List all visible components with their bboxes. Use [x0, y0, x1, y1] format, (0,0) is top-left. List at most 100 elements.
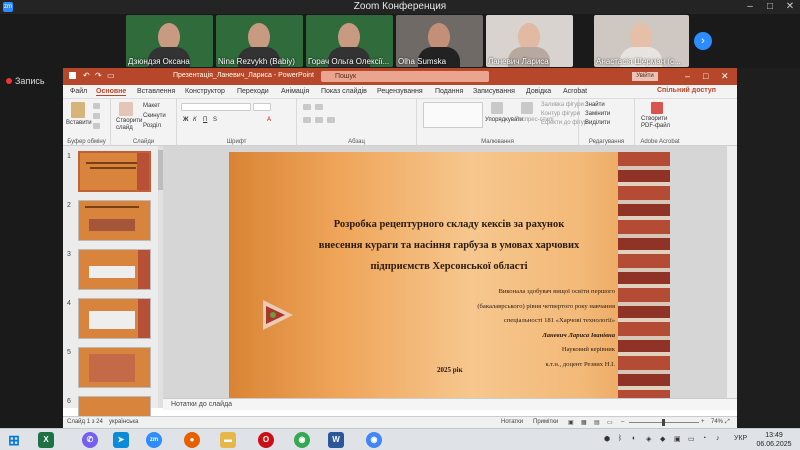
language-indicator[interactable]: українська [109, 419, 139, 425]
viber-icon[interactable]: ✆ [82, 432, 98, 448]
shadow-icon[interactable]: S [213, 117, 217, 123]
firefox-icon[interactable]: ● [184, 432, 200, 448]
zoom-slider[interactable] [629, 419, 699, 426]
layout-button[interactable]: Макет [143, 103, 160, 109]
volume-icon[interactable]: ♪ [716, 435, 720, 442]
redo-icon[interactable]: ↷ [95, 72, 103, 80]
font-family-select[interactable] [181, 103, 251, 111]
section-button[interactable]: Розділ [143, 123, 161, 129]
new-slide-icon[interactable] [119, 102, 133, 116]
fit-slide-icon[interactable]: ⤢ [725, 419, 730, 426]
gallery-next-button[interactable]: › [694, 32, 712, 50]
tab-insert[interactable]: Вставлення [137, 88, 175, 95]
underline-icon[interactable]: П [203, 117, 207, 123]
close-icon[interactable]: ✕ [780, 0, 800, 14]
current-slide[interactable]: Розробка рецептурного складу кексів за р… [229, 152, 670, 398]
slide-thumbnail[interactable] [78, 298, 151, 339]
minimize-icon[interactable]: – [740, 0, 760, 14]
participant-tile[interactable]: Дзюндзя Оксана [126, 15, 213, 67]
numbering-icon[interactable] [315, 104, 323, 110]
author-info[interactable]: Виконала здобувач вищої освіти першого (… [439, 285, 615, 372]
tab-slideshow[interactable]: Показ слайдів [321, 88, 367, 95]
pdf-icon[interactable] [651, 102, 663, 114]
copy-icon[interactable] [93, 113, 100, 119]
participant-tile[interactable]: Горач Ольга Олексії... [306, 15, 393, 67]
zoom-slider-thumb[interactable] [662, 419, 665, 426]
shapes-gallery[interactable] [423, 102, 483, 128]
slide-thumbnail[interactable] [78, 249, 151, 290]
tab-record[interactable]: Записування [473, 88, 515, 95]
excel-icon[interactable]: X [38, 432, 54, 448]
slide-thumbnail[interactable] [78, 200, 151, 241]
bullets-icon[interactable] [303, 104, 311, 110]
notes-pane[interactable]: Нотатки до слайда [163, 398, 737, 410]
cut-icon[interactable] [93, 103, 100, 109]
word-icon[interactable]: W [328, 432, 344, 448]
battery-icon[interactable]: ▭ [688, 435, 695, 443]
align-left-icon[interactable] [303, 117, 311, 123]
comments-button[interactable]: Примітки [533, 419, 558, 425]
dropbox-icon[interactable]: ◆ [660, 435, 665, 443]
tray-app-icon[interactable]: ◈ [646, 435, 651, 443]
tray-app-icon[interactable]: ◐ [632, 435, 636, 442]
close-icon[interactable]: ✕ [721, 71, 729, 82]
zoom-out-icon[interactable]: – [621, 419, 624, 425]
slide-thumbnail[interactable] [78, 347, 151, 388]
replace-button[interactable]: Замінити [585, 111, 610, 117]
tab-view[interactable]: Подання [435, 88, 463, 95]
input-language[interactable]: УКР [734, 435, 747, 442]
maximize-icon[interactable]: □ [703, 71, 708, 81]
recording-indicator[interactable]: Запись [6, 76, 45, 86]
create-pdf-button[interactable]: Створити PDF-файл [641, 116, 677, 130]
new-slide-button[interactable]: Створити слайд [116, 118, 142, 132]
slideshow-icon[interactable]: ▭ [607, 419, 613, 426]
paste-icon[interactable] [71, 102, 85, 118]
participant-tile[interactable]: Ланевич Лариса [486, 15, 573, 67]
paste-button[interactable]: Вставити [66, 120, 92, 126]
tab-help[interactable]: Довідка [526, 88, 551, 95]
tab-transitions[interactable]: Переходи [237, 88, 269, 95]
slide-sorter-icon[interactable]: ▦ [581, 419, 587, 426]
file-explorer-icon[interactable]: ▬ [220, 432, 236, 448]
tab-animations[interactable]: Анімація [281, 88, 309, 95]
reset-button[interactable]: Скинути [143, 113, 166, 119]
participant-tile[interactable]: Анастасія Шерман (с... [594, 15, 689, 67]
slide-thumbnail[interactable] [78, 151, 151, 192]
slide-year[interactable]: 2025 рік [437, 366, 463, 374]
italic-icon[interactable]: К [193, 117, 197, 123]
signin-button[interactable]: Увійти [632, 72, 658, 81]
tab-acrobat[interactable]: Acrobat [563, 88, 587, 95]
quick-styles-icon[interactable] [521, 102, 533, 114]
shape-outline-button[interactable]: Контур фігури [541, 111, 580, 117]
bluetooth-icon[interactable]: ᛒ [618, 435, 622, 442]
search-input[interactable]: Пошук [321, 71, 489, 82]
normal-view-icon[interactable]: ▣ [568, 419, 574, 426]
maximize-icon[interactable]: □ [760, 0, 780, 14]
tab-review[interactable]: Рецензування [377, 88, 423, 95]
zoom-level[interactable]: 74% [711, 419, 723, 425]
align-center-icon[interactable] [315, 117, 323, 123]
format-painter-icon[interactable] [93, 123, 100, 129]
editor-vertical-scrollbar[interactable] [727, 146, 737, 398]
tray-app-icon[interactable]: ▣ [674, 435, 681, 443]
chrome-profile-icon[interactable]: ◉ [366, 432, 382, 448]
find-button[interactable]: Знайти [585, 102, 605, 108]
shape-fill-button[interactable]: Заливка фігури [541, 102, 584, 108]
start-icon[interactable]: ⊞ [6, 432, 22, 448]
share-button[interactable]: Спільний доступ [657, 87, 716, 94]
opera-icon[interactable]: O [258, 432, 274, 448]
bold-icon[interactable]: Ж [183, 117, 188, 123]
slide-title[interactable]: Розробка рецептурного складу кексів за р… [299, 214, 599, 277]
tray-app-icon[interactable]: ⬢ [604, 435, 610, 443]
zoom-app-icon[interactable]: zm [146, 432, 162, 448]
tab-design[interactable]: Конструктор [185, 88, 225, 95]
reading-view-icon[interactable]: ▤ [594, 419, 600, 426]
zoom-in-icon[interactable]: + [701, 419, 705, 425]
select-button[interactable]: Виділити [585, 120, 610, 126]
align-right-icon[interactable] [327, 117, 335, 123]
participant-tile[interactable]: Olha Sumska [396, 15, 483, 67]
system-clock[interactable]: 13:49 06.06.2025 [752, 431, 796, 449]
notes-button[interactable]: Нотатки [501, 419, 523, 425]
tab-file[interactable]: Файл [70, 88, 87, 95]
arrange-icon[interactable] [491, 102, 503, 114]
